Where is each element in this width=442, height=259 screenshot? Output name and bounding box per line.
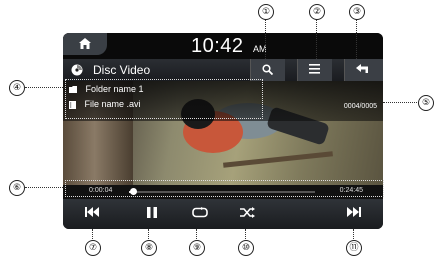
callout-11: ⑪ <box>346 240 362 256</box>
leader-line-9 <box>196 229 197 239</box>
track-counter: 0004/0005 <box>343 103 377 110</box>
home-button[interactable] <box>63 33 107 55</box>
playback-controls <box>63 199 383 229</box>
disc-icon <box>71 64 83 76</box>
repeat-button[interactable] <box>181 199 221 229</box>
leader-line-7 <box>92 229 93 239</box>
list-menu-button[interactable] <box>297 59 332 81</box>
callout-8: ⑧ <box>141 240 157 256</box>
title-bar: Disc Video <box>63 59 383 81</box>
twig <box>223 151 333 168</box>
callout-5: ⑤ <box>418 95 434 111</box>
leader-line-1 <box>265 19 266 59</box>
menu-icon <box>309 64 320 74</box>
callout-2: ② <box>309 4 325 20</box>
home-icon <box>79 38 91 49</box>
skip-previous-icon <box>85 207 99 217</box>
leader-line-3 <box>356 19 357 59</box>
search-button[interactable] <box>250 59 285 81</box>
leader-line-2 <box>316 19 317 59</box>
callout-3: ③ <box>349 4 365 20</box>
shuffle-icon <box>240 207 255 218</box>
leader-line-8 <box>148 229 149 239</box>
progress-callout-box <box>65 180 384 197</box>
leader-line-10 <box>245 229 246 239</box>
leader-line-4 <box>25 87 65 88</box>
search-icon <box>262 64 273 75</box>
back-button[interactable] <box>344 59 383 81</box>
head-unit-screen: 10:42 AM Disc Video Folder name 1 File n… <box>63 33 383 229</box>
callout-10: ⑩ <box>238 240 254 256</box>
callout-1: ① <box>258 4 274 20</box>
callout-9: ⑨ <box>189 240 205 256</box>
skip-next-icon <box>347 207 361 217</box>
callout-4: ④ <box>9 80 25 96</box>
leader-line-5 <box>383 102 417 103</box>
shuffle-button[interactable] <box>228 199 268 229</box>
back-icon <box>356 64 368 73</box>
leader-line-6 <box>25 187 65 188</box>
callout-6: ⑥ <box>9 180 25 196</box>
folder-file-callout-box <box>65 79 263 119</box>
next-button[interactable] <box>325 199 383 229</box>
pause-icon <box>147 207 157 218</box>
callout-7: ⑦ <box>85 240 101 256</box>
clock-time: 10:42 <box>191 35 244 57</box>
repeat-icon <box>192 207 208 218</box>
source-title: Disc Video <box>93 63 151 77</box>
pause-button[interactable] <box>133 199 173 229</box>
leader-line-11 <box>353 229 354 239</box>
previous-button[interactable] <box>63 199 121 229</box>
status-bar: 10:42 AM <box>63 33 383 59</box>
